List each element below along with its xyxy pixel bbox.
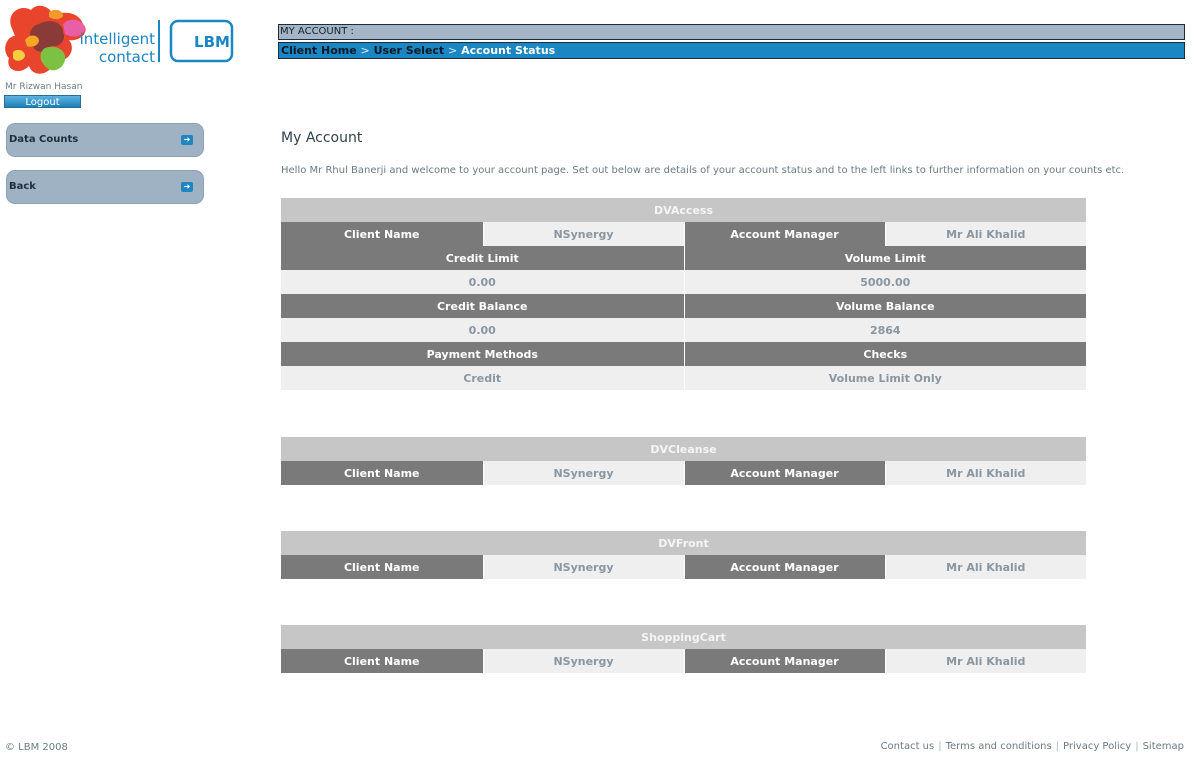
client-name-value: NSynergy (483, 222, 685, 246)
breadcrumb-separator: > (360, 44, 370, 57)
volume-balance-label: Volume Balance (684, 294, 1087, 318)
brand-line1: intelligent (80, 30, 156, 48)
logo: intelligent contact LBM (5, 4, 237, 78)
breadcrumb: Client Home > User Select > Account Stat… (278, 42, 1185, 59)
section-title: DVCleanse (281, 437, 1087, 461)
section-title: ShoppingCart (281, 625, 1087, 649)
client-name-value: NSynergy (483, 649, 685, 673)
account-manager-label: Account Manager (684, 649, 886, 673)
payment-methods-value: Credit (281, 366, 685, 390)
volume-limit-label: Volume Limit (684, 246, 1087, 270)
credit-balance-value: 0.00 (281, 318, 685, 342)
checks-label: Checks (684, 342, 1087, 366)
payment-methods-label: Payment Methods (281, 342, 685, 366)
credit-limit-value: 0.00 (281, 270, 685, 294)
client-name-label: Client Name (281, 555, 484, 579)
client-name-label: Client Name (281, 649, 484, 673)
page-title-bar: MY ACCOUNT : (278, 24, 1185, 40)
breadcrumb-client-home[interactable]: Client Home (281, 44, 357, 57)
arrow-right-icon: ➜ (181, 182, 193, 192)
intro-text: Hello Mr Rhul Banerji and welcome to you… (281, 165, 1125, 176)
breadcrumb-separator: > (448, 44, 458, 57)
account-manager-label: Account Manager (684, 461, 886, 485)
page-heading: My Account (281, 130, 363, 146)
brand-line2: contact (99, 48, 155, 66)
footer-link-privacy[interactable]: Privacy Policy (1063, 741, 1131, 752)
section-title: DVAccess (281, 198, 1087, 222)
footer-links: Contact us | Terms and conditions | Privacy … (881, 741, 1184, 752)
account-manager-label: Account Manager (684, 222, 886, 246)
user-name: Mr Rizwan Hasan (5, 82, 83, 92)
account-manager-value: Mr Ali Khalid (885, 555, 1087, 579)
arrow-right-icon: ➜ (181, 135, 193, 145)
credit-limit-label: Credit Limit (281, 246, 685, 270)
logo-splash-icon: intelligent contact LBM (5, 5, 234, 74)
volume-limit-value: 5000.00 (684, 270, 1087, 294)
dvaccess-table: DVAccess Client Name NSynergy Account Ma… (281, 198, 1087, 390)
account-manager-value: Mr Ali Khalid (885, 461, 1087, 485)
client-name-label: Client Name (281, 461, 484, 485)
breadcrumb-user-select[interactable]: User Select (374, 44, 445, 57)
footer-link-contact[interactable]: Contact us (881, 741, 935, 752)
account-manager-value: Mr Ali Khalid (885, 649, 1087, 673)
sidebar-item-label: Back (9, 181, 36, 192)
sidebar-item-back[interactable]: Back ➜ (6, 170, 204, 204)
account-manager-label: Account Manager (684, 555, 886, 579)
shoppingcart-table: ShoppingCart Client Name NSynergy Accoun… (281, 625, 1087, 673)
sidebar-item-label: Data Counts (9, 134, 79, 145)
checks-value: Volume Limit Only (684, 366, 1087, 390)
footer-separator: | (938, 741, 942, 752)
logout-button[interactable]: Logout (4, 95, 81, 108)
footer-link-sitemap[interactable]: Sitemap (1143, 741, 1184, 752)
section-title: DVFront (281, 531, 1087, 555)
client-name-value: NSynergy (483, 555, 685, 579)
dvcleanse-table: DVCleanse Client Name NSynergy Account M… (281, 437, 1087, 485)
brand-badge: LBM (194, 33, 230, 51)
dvfront-table: DVFront Client Name NSynergy Account Man… (281, 531, 1087, 579)
client-name-value: NSynergy (483, 461, 685, 485)
credit-balance-label: Credit Balance (281, 294, 685, 318)
sidebar-item-data-counts[interactable]: Data Counts ➜ (6, 123, 204, 157)
footer-link-terms[interactable]: Terms and conditions (946, 741, 1052, 752)
copyright: © LBM 2008 (5, 742, 68, 753)
client-name-label: Client Name (281, 222, 484, 246)
footer-separator: | (1135, 741, 1139, 752)
footer-separator: | (1055, 741, 1060, 752)
breadcrumb-account-status[interactable]: Account Status (461, 44, 555, 57)
account-manager-value: Mr Ali Khalid (885, 222, 1087, 246)
volume-balance-value: 2864 (684, 318, 1087, 342)
